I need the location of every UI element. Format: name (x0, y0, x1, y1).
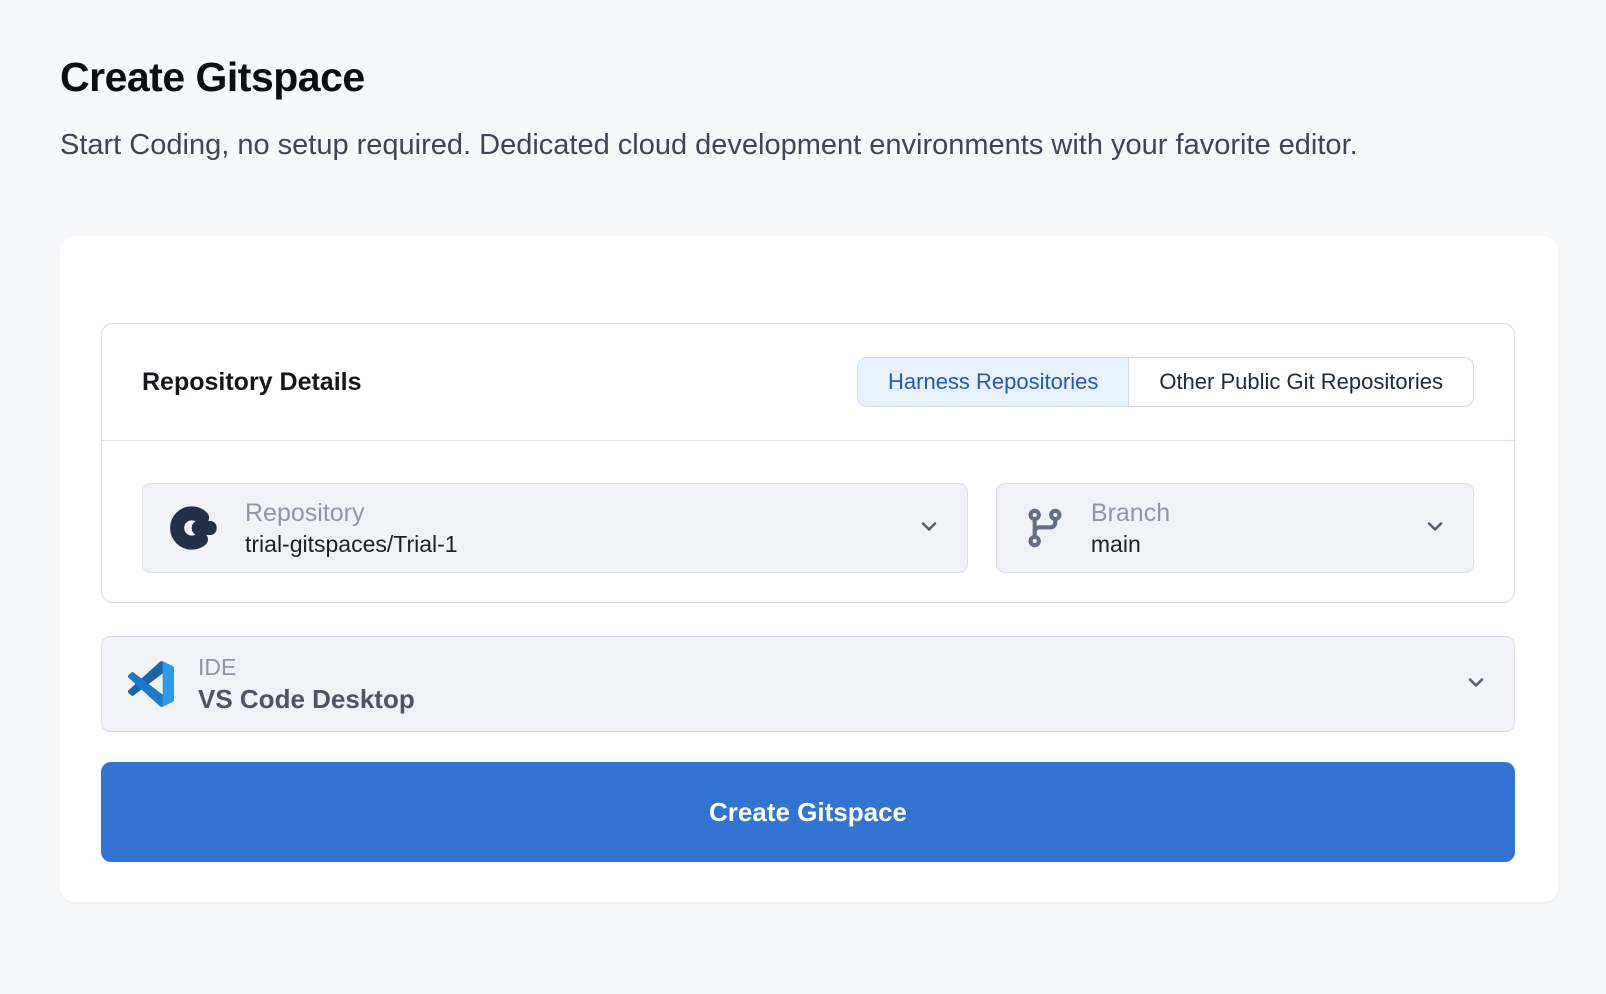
repository-details-card: Repository Details Harness Repositories … (101, 323, 1515, 603)
chevron-down-icon (917, 514, 941, 543)
gitspace-form-card: Repository Details Harness Repositories … (60, 236, 1558, 902)
branch-select-text: Branch main (1091, 499, 1170, 558)
vscode-icon (128, 661, 174, 707)
repository-branch-row: Repository trial-gitspaces/Trial-1 (102, 441, 1514, 602)
repository-details-heading: Repository Details (142, 368, 362, 397)
ide-select[interactable]: IDE VS Code Desktop (101, 636, 1515, 732)
ide-select-value: VS Code Desktop (198, 684, 415, 715)
repository-select-label: Repository (245, 499, 458, 528)
tab-harness-repositories[interactable]: Harness Repositories (858, 358, 1129, 406)
branch-select-value: main (1091, 531, 1170, 558)
create-gitspace-page: Create Gitspace Start Coding, no setup r… (0, 0, 1606, 902)
repository-select[interactable]: Repository trial-gitspaces/Trial-1 (142, 483, 968, 573)
branch-select-label: Branch (1091, 499, 1170, 528)
page-title: Create Gitspace (60, 54, 1546, 101)
tab-other-public-git-repositories[interactable]: Other Public Git Repositories (1129, 358, 1473, 406)
branch-select[interactable]: Branch main (996, 483, 1474, 573)
page-subtitle: Start Coding, no setup required. Dedicat… (60, 127, 1480, 164)
ide-select-label: IDE (198, 654, 415, 681)
repository-select-value: trial-gitspaces/Trial-1 (245, 531, 458, 558)
repository-select-text: Repository trial-gitspaces/Trial-1 (245, 499, 458, 558)
git-branch-icon (1023, 506, 1067, 550)
harness-repository-icon (169, 502, 221, 554)
ide-select-text: IDE VS Code Desktop (198, 654, 415, 715)
create-gitspace-button[interactable]: Create Gitspace (101, 762, 1515, 862)
repository-details-header: Repository Details Harness Repositories … (102, 324, 1514, 440)
repository-source-tabs: Harness Repositories Other Public Git Re… (857, 357, 1474, 407)
chevron-down-icon (1423, 514, 1447, 543)
chevron-down-icon (1464, 670, 1488, 699)
